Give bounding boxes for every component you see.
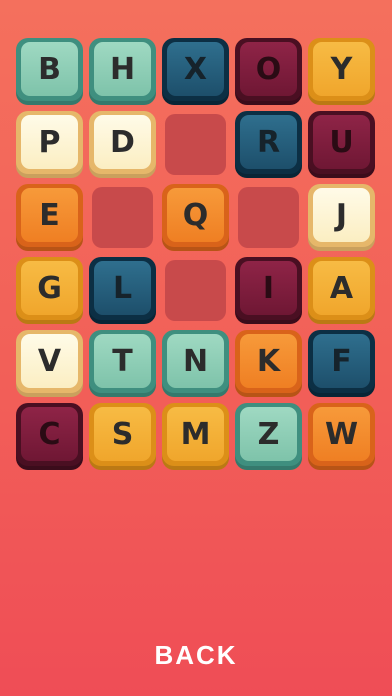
tile-letter: R (240, 115, 297, 169)
letter-tile[interactable]: A (308, 257, 375, 324)
tile-letter: N (167, 334, 224, 388)
letter-tile[interactable]: Q (162, 184, 229, 251)
letter-tile[interactable]: K (235, 330, 302, 397)
empty-slot (165, 260, 226, 321)
empty-slot (92, 187, 153, 248)
letter-tile[interactable]: X (162, 38, 229, 105)
letter-tile[interactable]: N (162, 330, 229, 397)
letter-tile[interactable]: O (235, 38, 302, 105)
tile-letter: W (313, 407, 370, 461)
letter-tile[interactable]: D (89, 111, 156, 178)
letter-tile[interactable]: T (89, 330, 156, 397)
tile-letter: C (21, 407, 78, 461)
letter-tile[interactable]: Y (308, 38, 375, 105)
tile-letter: X (167, 42, 224, 96)
tile-letter: Z (240, 407, 297, 461)
tile-letter: G (21, 261, 78, 315)
tile-letter: B (21, 42, 78, 96)
letter-tile[interactable]: S (89, 403, 156, 470)
back-button[interactable]: BACK (0, 640, 392, 671)
letter-tile[interactable]: F (308, 330, 375, 397)
tile-letter: L (94, 261, 151, 315)
tile-letter: P (21, 115, 78, 169)
letter-tile[interactable]: M (162, 403, 229, 470)
empty-slot (238, 187, 299, 248)
tile-letter: K (240, 334, 297, 388)
letter-tile[interactable]: W (308, 403, 375, 470)
letter-board: BHXOY PD RU E Q J GL IA VTNKF CSMZW (16, 38, 375, 470)
letter-tile[interactable]: H (89, 38, 156, 105)
tile-letter: D (94, 115, 151, 169)
tile-letter: A (313, 261, 370, 315)
letter-tile[interactable]: L (89, 257, 156, 324)
tile-letter: F (313, 334, 370, 388)
tile-letter: Y (313, 42, 370, 96)
letter-tile[interactable]: C (16, 403, 83, 470)
tile-letter: S (94, 407, 151, 461)
letter-tile[interactable]: V (16, 330, 83, 397)
letter-tile[interactable]: I (235, 257, 302, 324)
tile-letter: O (240, 42, 297, 96)
tile-letter: V (21, 334, 78, 388)
letter-tile[interactable]: R (235, 111, 302, 178)
letter-tile[interactable]: P (16, 111, 83, 178)
tile-letter: Q (167, 188, 224, 242)
letter-tile[interactable]: B (16, 38, 83, 105)
tile-letter: U (313, 115, 370, 169)
empty-slot (165, 114, 226, 175)
tile-letter: M (167, 407, 224, 461)
tile-letter: E (21, 188, 78, 242)
tile-letter: T (94, 334, 151, 388)
letter-tile[interactable]: Z (235, 403, 302, 470)
tile-letter: J (313, 188, 370, 242)
tile-letter: H (94, 42, 151, 96)
letter-tile[interactable]: E (16, 184, 83, 251)
letter-tile[interactable]: J (308, 184, 375, 251)
letter-tile[interactable]: U (308, 111, 375, 178)
letter-tile[interactable]: G (16, 257, 83, 324)
tile-letter: I (240, 261, 297, 315)
